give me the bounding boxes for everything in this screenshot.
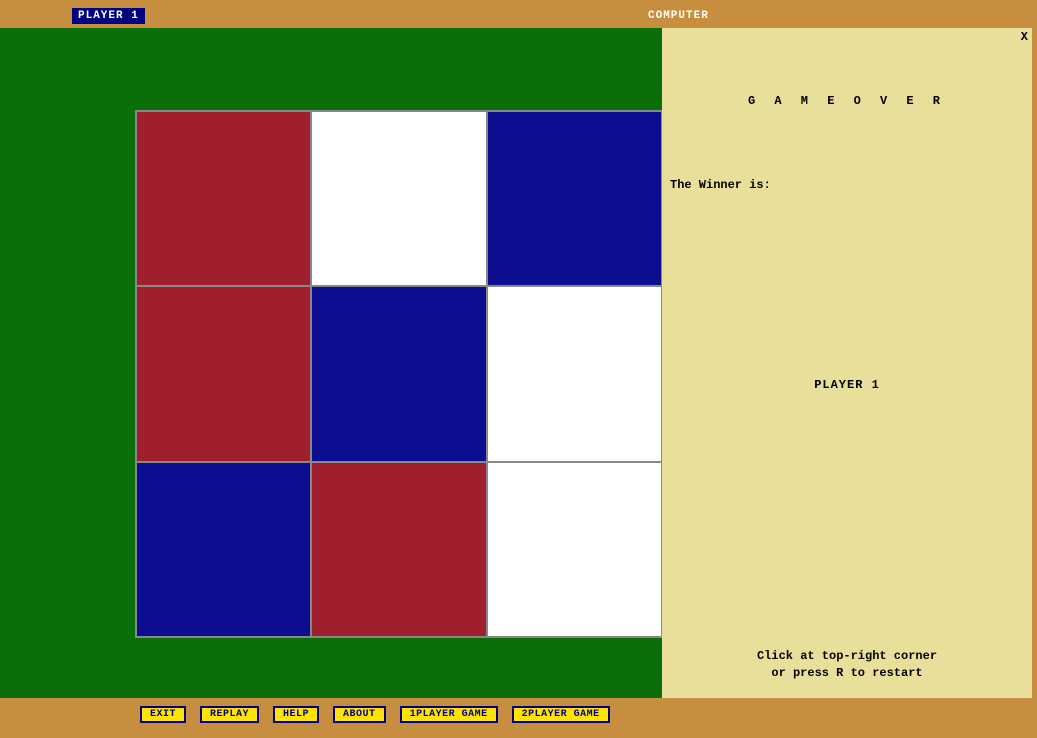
replay-button[interactable]: REPLAY	[200, 706, 259, 723]
one-player-button[interactable]: 1PLAYER GAME	[400, 706, 498, 723]
cell-0-2[interactable]	[487, 111, 662, 286]
winner-name: PLAYER 1	[662, 378, 1032, 392]
cell-0-0[interactable]	[136, 111, 311, 286]
help-button[interactable]: HELP	[273, 706, 319, 723]
about-button[interactable]: ABOUT	[333, 706, 386, 723]
top-bar: PLAYER 1 COMPUTER	[0, 0, 1037, 28]
cell-0-1[interactable]	[311, 111, 486, 286]
computer-label: COMPUTER	[648, 10, 709, 22]
cell-1-0[interactable]	[136, 286, 311, 461]
game-grid	[135, 110, 663, 638]
cell-2-1[interactable]	[311, 462, 486, 637]
cell-2-2[interactable]	[487, 462, 662, 637]
two-player-button[interactable]: 2PLAYER GAME	[512, 706, 610, 723]
main-area: X G A M E O V E R The Winner is: PLAYER …	[0, 28, 1037, 698]
restart-hint: Click at top-right corner or press R to …	[662, 648, 1032, 682]
cell-1-2[interactable]	[487, 286, 662, 461]
cell-1-1[interactable]	[311, 286, 486, 461]
bottom-bar: EXIT REPLAY HELP ABOUT 1PLAYER GAME 2PLA…	[0, 698, 1037, 738]
winner-label: The Winner is:	[670, 178, 771, 192]
game-over-title: G A M E O V E R	[662, 94, 1032, 108]
side-panel: X G A M E O V E R The Winner is: PLAYER …	[662, 28, 1032, 698]
exit-button[interactable]: EXIT	[140, 706, 186, 723]
player1-badge: PLAYER 1	[72, 8, 145, 24]
cell-2-0[interactable]	[136, 462, 311, 637]
button-row: EXIT REPLAY HELP ABOUT 1PLAYER GAME 2PLA…	[140, 706, 610, 723]
close-icon[interactable]: X	[1021, 30, 1028, 44]
restart-hint-line1: Click at top-right corner	[757, 649, 937, 663]
board-area	[0, 28, 662, 698]
restart-hint-line2: or press R to restart	[771, 666, 922, 680]
